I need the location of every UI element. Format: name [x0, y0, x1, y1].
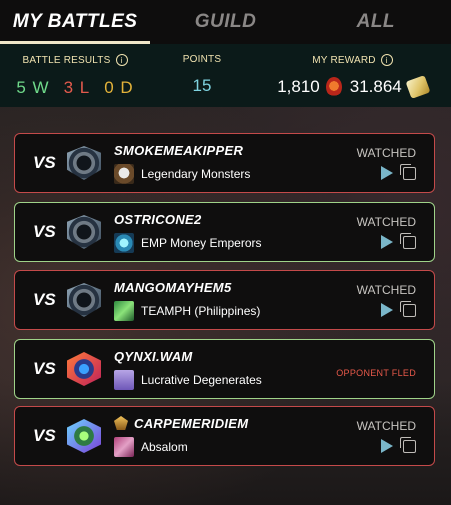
battle-card[interactable]: VS MANGOMAYHEM5 TEAMPH (Philippines) WAT… [14, 270, 435, 330]
tab-my-battles[interactable]: MY BATTLES [0, 0, 151, 44]
copy-icon[interactable] [400, 300, 416, 317]
points-section: POINTS 15 [150, 44, 254, 107]
guild-name[interactable]: Lucrative Degenerates [141, 373, 262, 387]
reward-values: 1,810 31.864 [277, 75, 431, 99]
battle-status: WATCHED [356, 419, 416, 433]
battle-results-label: BATTLE RESULTS [22, 54, 111, 66]
battle-card[interactable]: VS QYNXI.WAM Lucrative Degenerates OPPON… [14, 339, 435, 399]
tab-guild[interactable]: GUILD [150, 0, 300, 44]
copy-icon[interactable] [400, 232, 416, 249]
guild-name[interactable]: EMP Money Emperors [141, 236, 262, 250]
voucher-icon [405, 75, 431, 99]
vs-label: VS [33, 426, 56, 445]
play-icon[interactable] [381, 235, 393, 249]
opponent-name[interactable]: QYNXI.WAM [114, 349, 193, 364]
opponent-name[interactable]: CARPEMERIDIEM [134, 416, 248, 431]
opponent-name[interactable]: SMOKEMEAKIPPER [114, 143, 243, 158]
vs-label: VS [33, 290, 56, 309]
player-avatar [67, 215, 101, 249]
tab-all[interactable]: ALL [301, 0, 451, 44]
opponent-name[interactable]: OSTRICONE2 [114, 212, 202, 227]
guild-crest-icon [114, 369, 134, 390]
info-icon[interactable]: i [115, 54, 128, 66]
guild-name[interactable]: Legendary Monsters [141, 167, 250, 181]
guild-crest-icon [114, 232, 134, 253]
battle-summary: BATTLE RESULTS i 5 W 3 L 0 D POINTS 15 M… [0, 44, 451, 107]
reward-2-value: 31.864 [349, 77, 402, 96]
battle-card[interactable]: VS CARPEMERIDIEM Absalom WATCHED [14, 406, 435, 466]
red-gem-icon [325, 77, 342, 97]
battle-record: 5 W 3 L 0 D [16, 78, 133, 98]
reward-1-value: 1,810 [277, 77, 320, 96]
battle-status: OPPONENT FLED [336, 368, 416, 378]
copy-icon[interactable] [400, 163, 416, 180]
battle-tabs: MY BATTLES GUILD ALL [0, 0, 451, 44]
battle-results-section: BATTLE RESULTS i 5 W 3 L 0 D [0, 44, 150, 107]
copy-icon[interactable] [400, 436, 416, 453]
battle-status: WATCHED [356, 146, 416, 160]
player-avatar [67, 283, 101, 317]
vs-label: VS [33, 153, 56, 172]
guild-crest-icon [114, 163, 134, 184]
wins-count: 5 W [16, 78, 50, 97]
reward-section: MY REWARD i 1,810 31.864 [254, 44, 451, 107]
info-icon[interactable]: i [380, 54, 393, 66]
battle-status: WATCHED [356, 215, 416, 229]
losses-count: 3 L [63, 78, 91, 97]
play-icon[interactable] [381, 303, 393, 317]
opponent-name[interactable]: MANGOMAYHEM5 [114, 280, 231, 295]
guild-crest-icon [114, 436, 134, 457]
guild-name[interactable]: Absalom [141, 440, 188, 454]
vs-label: VS [33, 222, 56, 241]
battle-card[interactable]: VS OSTRICONE2 EMP Money Emperors WATCHED [14, 202, 435, 262]
player-avatar [67, 419, 101, 453]
title-badge-icon [114, 416, 128, 430]
guild-name[interactable]: TEAMPH (Philippines) [141, 304, 260, 318]
play-icon[interactable] [381, 166, 393, 180]
reward-label: MY REWARD [312, 54, 376, 66]
play-icon[interactable] [381, 439, 393, 453]
draws-count: 0 D [104, 78, 134, 97]
player-avatar [67, 146, 101, 180]
player-avatar [67, 352, 101, 386]
points-value: 15 [192, 76, 212, 95]
points-label: POINTS [182, 54, 222, 65]
guild-crest-icon [114, 300, 134, 321]
vs-label: VS [33, 359, 56, 378]
battle-card[interactable]: VS SMOKEMEAKIPPER Legendary Monsters WAT… [14, 133, 435, 193]
battle-status: WATCHED [356, 283, 416, 297]
